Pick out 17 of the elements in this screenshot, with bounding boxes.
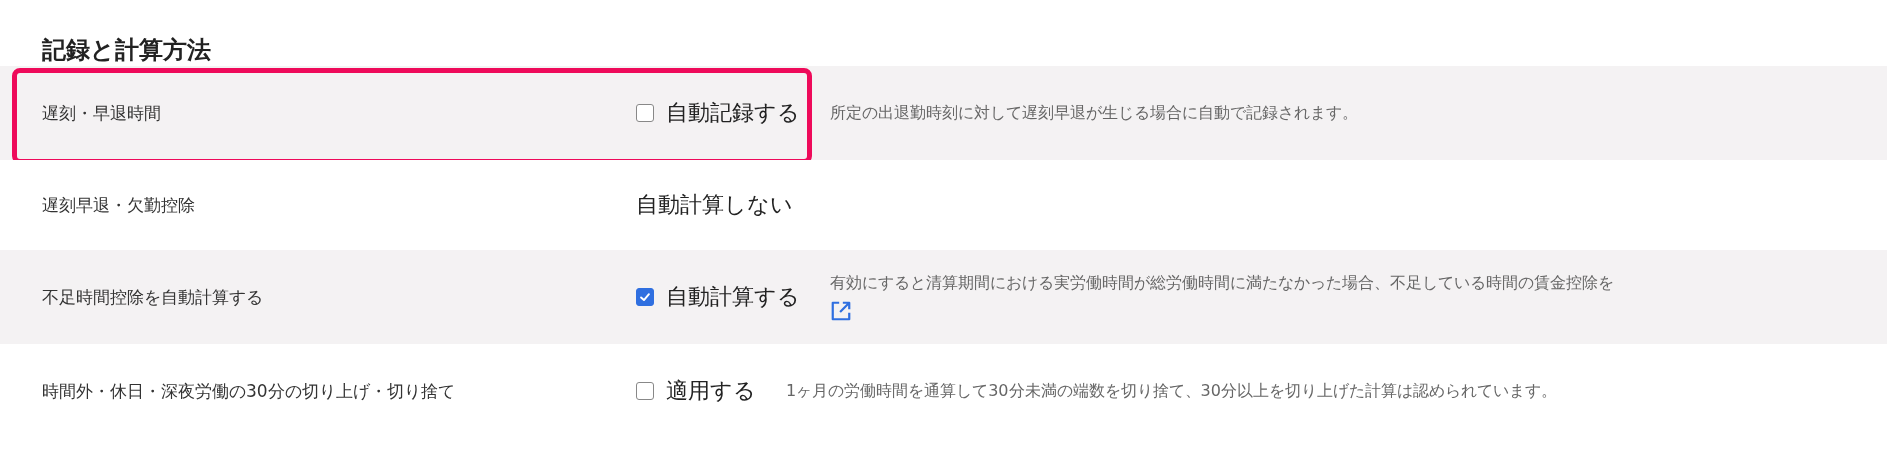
- setting-label: 遅刻・早退時間: [42, 101, 162, 125]
- checkbox-option[interactable]: 自動計算する: [636, 282, 800, 312]
- setting-value: 自動計算しない: [636, 191, 793, 219]
- setting-description: 有効にすると清算期間における実労働時間が総労働時間に満たなかった場合、不足している時間の賃金控除を: [830, 272, 1614, 294]
- checkbox-option[interactable]: 自動記録する: [636, 98, 800, 128]
- setting-label: 不足時間控除を自動計算する: [42, 285, 264, 309]
- setting-description: 所定の出退勤時刻に対して遅刻早退が生じる場合に自動で記録されます。: [830, 102, 1358, 124]
- checkbox[interactable]: [636, 288, 654, 306]
- setting-label: 時間外・休日・深夜労働の30分の切り上げ・切り捨て: [42, 379, 456, 403]
- checkbox-option[interactable]: 適用する: [636, 376, 756, 406]
- checkbox[interactable]: [636, 382, 654, 400]
- setting-label: 遅刻早退・欠勤控除: [42, 193, 196, 217]
- checkbox[interactable]: [636, 104, 654, 122]
- check-icon: [638, 290, 652, 304]
- section-title: 記録と計算方法: [41, 35, 212, 66]
- external-link-icon[interactable]: [830, 299, 852, 322]
- setting-description: 1ヶ月の労働時間を通算して30分未満の端数を切り捨て、30分以上を切り上げた計算は認められています。: [786, 380, 1557, 402]
